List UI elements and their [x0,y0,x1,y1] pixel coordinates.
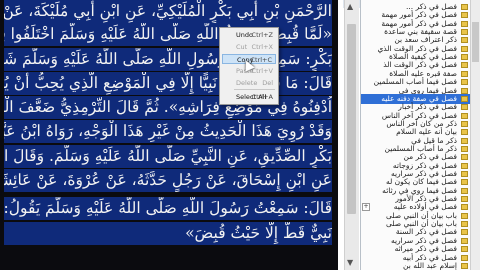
folder-icon [461,12,468,19]
folder-icon [461,4,468,10]
folder-icon [461,254,468,261]
tree-scroll-thumb[interactable] [472,22,479,62]
folder-icon [461,45,468,52]
folder-icon [461,37,468,44]
text-line[interactable]: بَكْرٍ الصِّدِّيقِ، عَنِ النَّبِيِّ صَلَ… [4,145,332,168]
text-line[interactable]: وَقَدْ رُوِيَ هَذَا الْحَدِيثُ مِنْ غَيْ… [4,120,332,143]
folder-icon [461,54,468,61]
document-scroll-thumb[interactable] [347,24,356,214]
text-line[interactable]: قَالَ: سَمِعْتُ رَسُولَ اللَّهِ صَلَّى ا… [4,197,332,220]
text-line[interactable]: نَبِيٌّ قَطُّ إِلَّا حَيْثُ قُبِضَ» [4,222,332,245]
folder-icon [461,145,468,152]
folder-icon [461,212,468,219]
folder-icon [461,237,468,244]
scroll-down-icon[interactable]: ▼ [347,258,353,267]
selected-text-block[interactable]: الرَّحْمَنِ بْنِ أَبِي بَكْرٍ الْمُلَيْك… [0,0,338,270]
text-line[interactable]: الرَّحْمَنِ بْنِ أَبِي بَكْرٍ الْمُلَيْك… [4,0,332,23]
folder-icon [461,154,468,161]
folder-icon [461,20,468,27]
folder-icon [461,196,468,203]
menu-item-label: Cut [236,43,248,51]
menu-separator [234,89,275,90]
folder-icon [461,246,468,253]
document-scrollbar[interactable]: ▲ ▼ [344,0,359,270]
scroll-up-icon[interactable]: ▲ [347,2,353,11]
folder-icon [461,262,468,269]
folder-icon [461,221,468,228]
folder-icon [461,204,468,211]
folder-icon [461,229,468,236]
text-line[interactable]: اُدْفِنُوهُ فِي مَوْضِعِ فِرَاشِهِ». ثُم… [4,96,332,119]
folder-icon [461,95,468,102]
folder-icon [461,87,468,94]
menu-item-shortcut: Del [262,79,273,87]
menu-item-shortcut: Ctrl+X [251,43,273,51]
folder-icon [461,120,468,127]
folder-icon [461,162,468,169]
text-line[interactable]: «لَمَّا قُبِضَ رَسُولُ اللَّهِ صَلَّى ال… [4,23,332,46]
folder-icon [461,79,468,86]
menu-item-label: Undo [236,31,253,39]
menu-item-cut[interactable]: Cut Ctrl+X [222,42,276,52]
folder-icon [461,129,468,136]
menu-item-delete[interactable]: Delete Del [222,78,276,88]
menu-item-undo[interactable]: Undo Ctrl+Z [222,30,276,40]
folder-icon [461,187,468,194]
menu-item-shortcut: Ctrl+Z [251,31,273,39]
tree-scrollbar[interactable] [470,0,480,270]
text-line[interactable]: عَنِ ابْنِ إِسْحَاقَ، عَنْ رَجُلٍ حَدَّث… [4,169,332,192]
folder-icon [461,137,468,144]
menu-item-shortcut: Ctrl+C [250,56,272,64]
folder-icon [461,70,468,77]
menu-item-label: Delete [236,79,258,87]
text-line[interactable]: بَكْرٍ: سَمِعْتُ مِنْ رَسُولِ اللَّهِ صَ… [4,48,332,71]
menu-item-shortcut: Ctrl+A [251,93,273,101]
folder-icon [461,62,468,69]
folder-icon [461,112,468,119]
folder-icon [461,171,468,177]
menu-item-select-all[interactable]: Select All Ctrl+A [222,92,276,102]
folder-icon [461,179,468,186]
document-pane[interactable]: الرَّحْمَنِ بْنِ أَبِي بَكْرٍ الْمُلَيْك… [0,0,343,270]
folder-icon [461,29,468,36]
menu-item-shortcut: Ctrl+V [251,67,273,75]
folder-icon [461,104,468,111]
tree-item-label: إسلام عبد الله بن [403,260,457,270]
chapter-tree[interactable]: فصل في ذكر ... فصل في ذكر أمور مهمة فصل في… [360,0,471,270]
text-line[interactable]: قَالَ: مَا قَبَضَ اللَّهُ نَبِيًّا إِلَّ… [4,72,332,95]
tree-item[interactable]: إسلام عبد الله بن [361,261,471,270]
